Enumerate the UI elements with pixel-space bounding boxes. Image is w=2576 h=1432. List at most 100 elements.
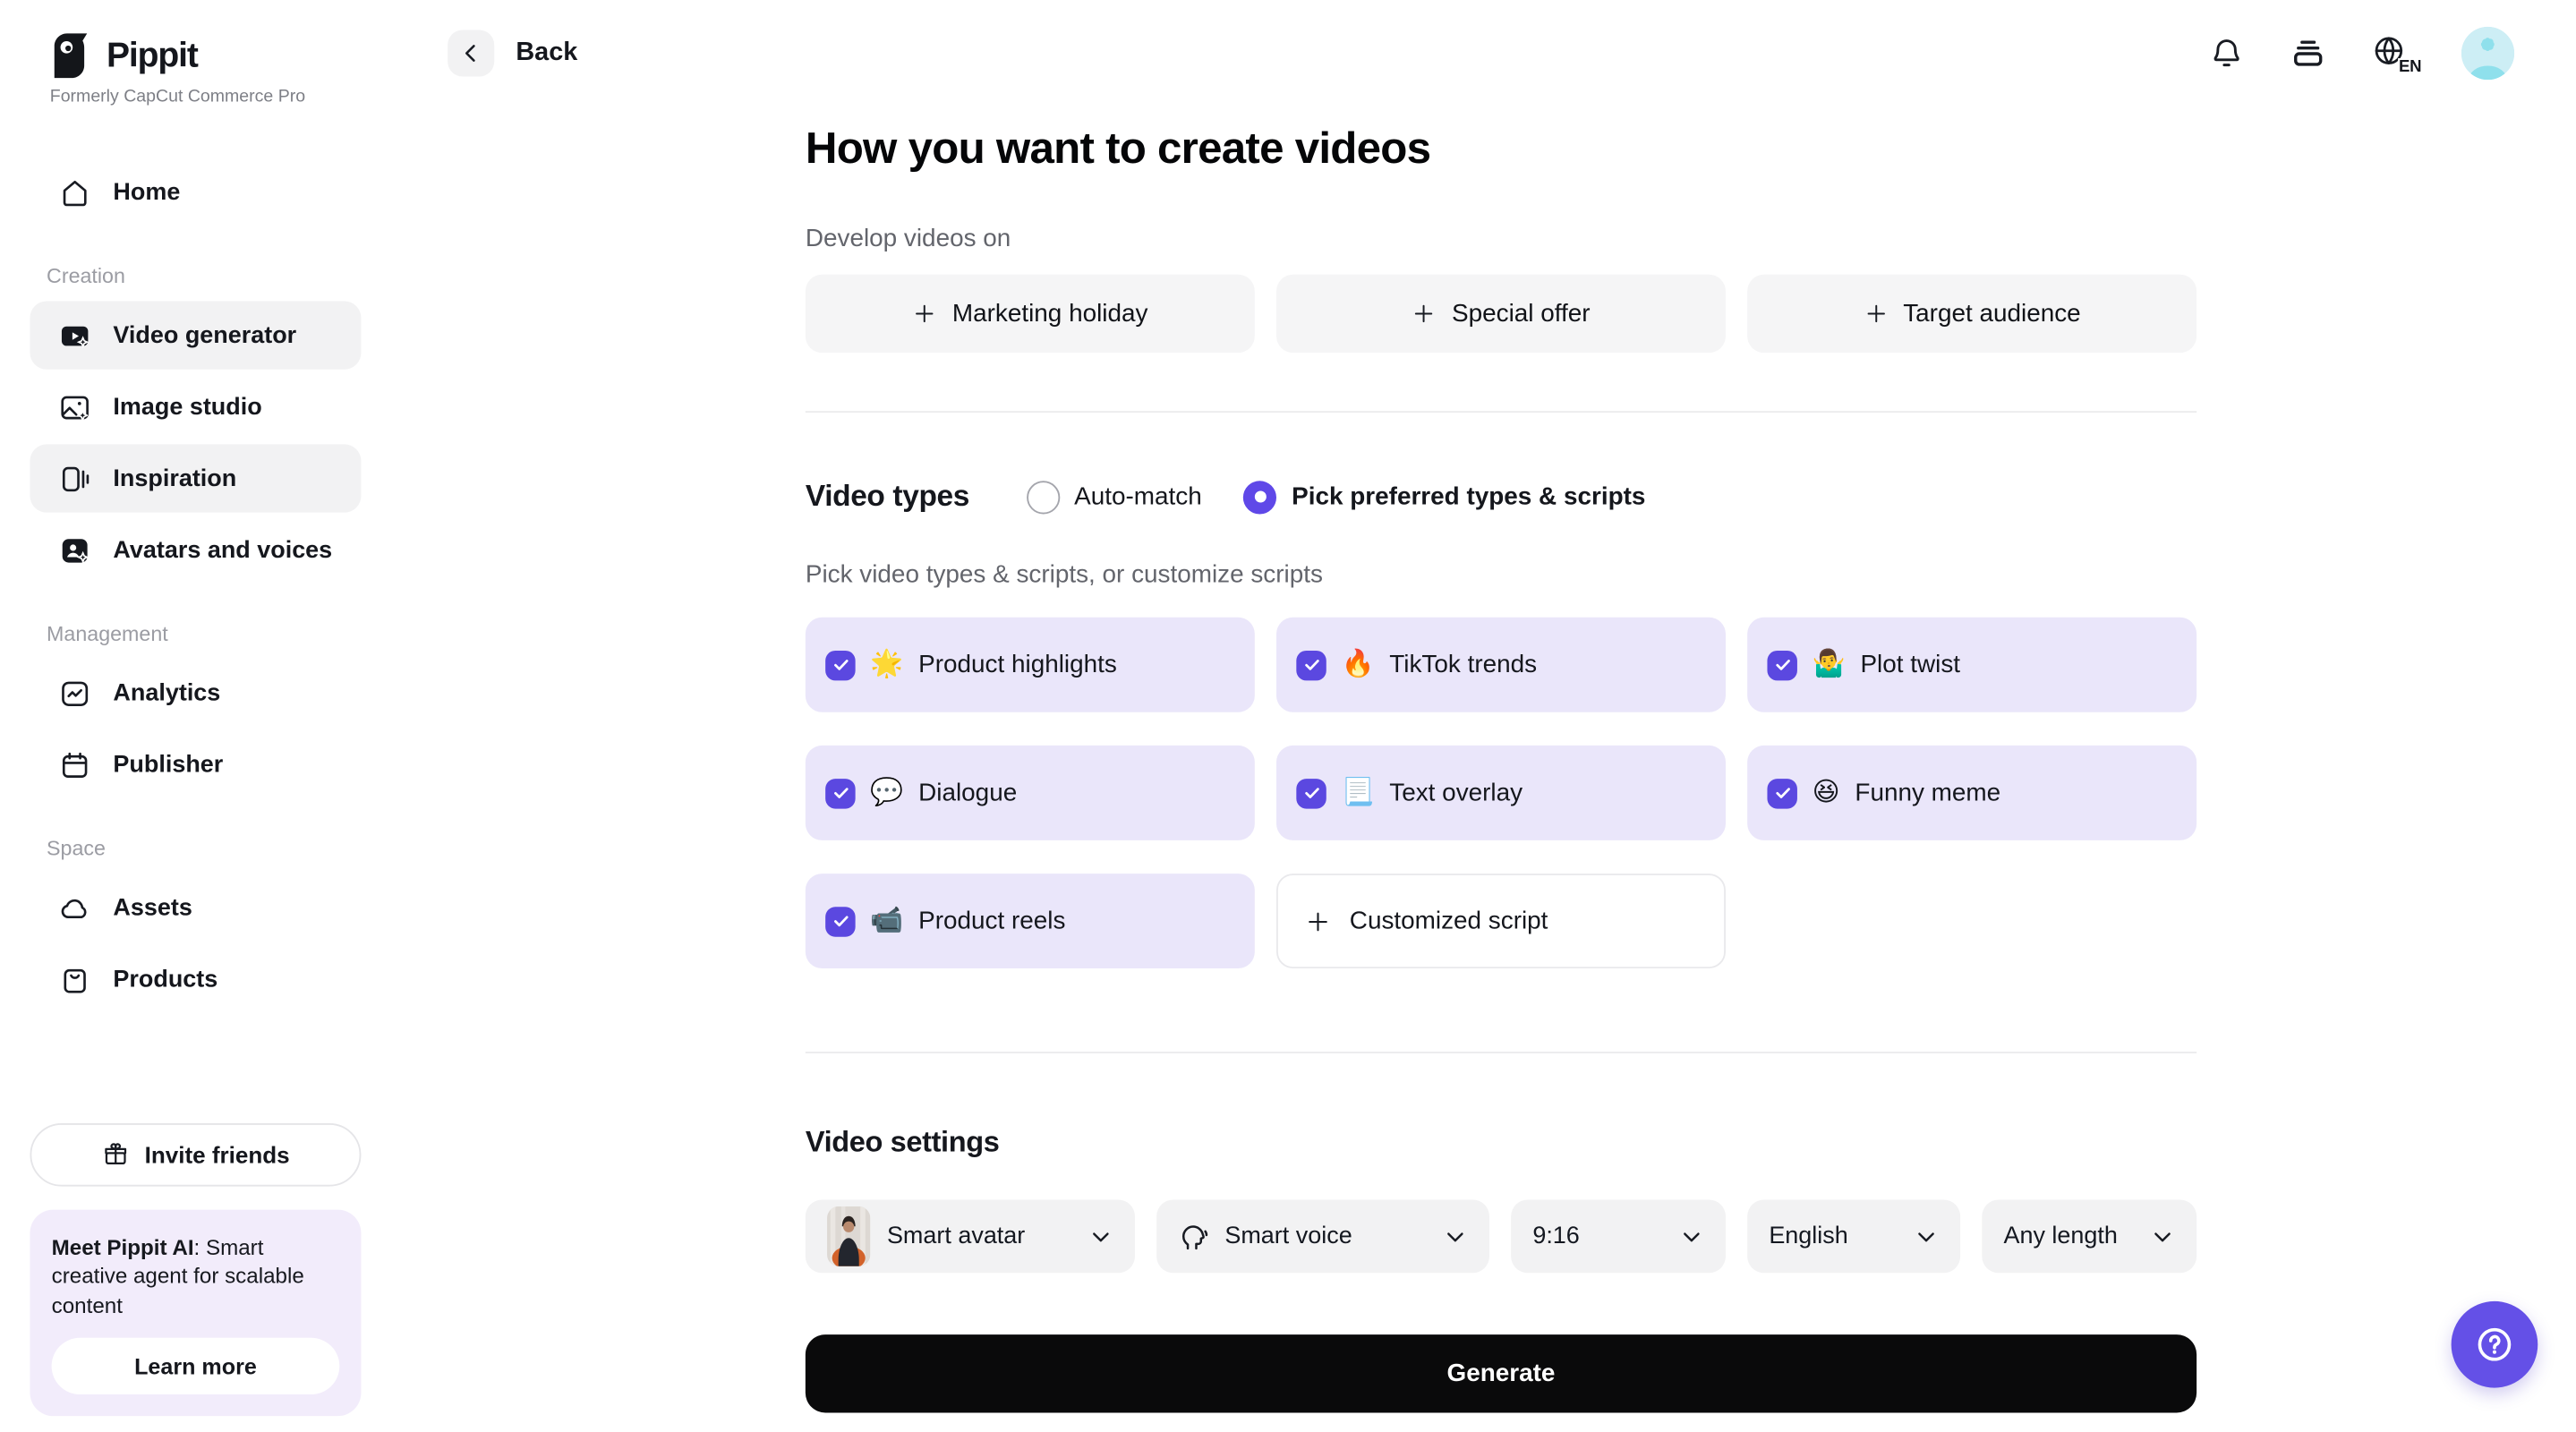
voice-icon <box>1178 1221 1209 1252</box>
pippit-logo-icon <box>50 30 91 81</box>
checkbox-checked[interactable] <box>825 778 855 807</box>
card-emoji: 📃 <box>1342 780 1375 806</box>
sidebar-item-assets[interactable]: Assets <box>30 874 361 942</box>
smart-voice-dropdown[interactable]: Smart voice <box>1156 1199 1489 1273</box>
sidebar-item-label: Home <box>113 179 180 206</box>
topbar-icons: EN <box>2208 27 2514 80</box>
sidebar-item-video-generator[interactable]: Video generator <box>30 302 361 370</box>
assets-icon <box>58 891 91 925</box>
back-label: Back <box>516 38 577 68</box>
task-stack-icon[interactable] <box>2290 35 2326 72</box>
help-button[interactable] <box>2452 1301 2538 1388</box>
card-emoji: 🤷‍♂️ <box>1813 652 1846 678</box>
sidebar-spacer <box>30 1017 361 1122</box>
gift-icon <box>101 1140 130 1169</box>
publisher-icon <box>58 748 91 781</box>
develop-videos-label: Develop videos on <box>806 225 2196 253</box>
sidebar-item-inspiration[interactable]: Inspiration <box>30 444 361 512</box>
radio-circle-selected <box>1243 480 1276 513</box>
sidebar-item-publisher[interactable]: Publisher <box>30 730 361 798</box>
checkbox-checked[interactable] <box>825 906 855 935</box>
notification-bell-icon[interactable] <box>2208 35 2245 72</box>
type-card-dialogue[interactable]: 💬 Dialogue <box>806 746 1255 840</box>
chevron-down-icon <box>2150 1223 2175 1249</box>
language-dropdown[interactable]: English <box>1747 1199 1960 1273</box>
type-card-funny-meme[interactable]: 😆 Funny meme <box>1747 746 2196 840</box>
avatars-voices-icon <box>58 533 91 567</box>
video-settings-row: Smart avatar Smart voice 9:16 Engli <box>806 1199 2196 1273</box>
sidebar-item-avatars-voices[interactable]: Avatars and voices <box>30 516 361 584</box>
aspect-ratio-dropdown[interactable]: 9:16 <box>1511 1199 1726 1273</box>
card-emoji: 🌟 <box>870 652 903 678</box>
check-icon <box>1302 784 1320 802</box>
type-cards-grid: 🌟 Product highlights 🔥 TikTok trends 🤷‍♂… <box>806 618 2196 968</box>
video-generator-icon <box>58 319 91 352</box>
sidebar-item-label: Inspiration <box>113 465 236 492</box>
radio-pick-preferred[interactable]: Pick preferred types & scripts <box>1243 480 1645 513</box>
app: Pippit Formerly CapCut Commerce Pro Home… <box>0 0 2576 1432</box>
section-label-space: Space <box>47 837 361 860</box>
smart-avatar-dropdown[interactable]: Smart avatar <box>806 1199 1135 1273</box>
pippit-ai-promo-card: Meet Pippit AI: Smart creative agent for… <box>30 1209 361 1416</box>
invite-friends-button[interactable]: Invite friends <box>30 1122 361 1186</box>
content: How you want to create videos Develop vi… <box>806 107 2196 1412</box>
sidebar-item-label: Avatars and voices <box>113 537 332 564</box>
card-emoji: 📹 <box>870 908 903 934</box>
customized-script-button[interactable]: Customized script <box>1276 874 1726 968</box>
generate-button[interactable]: Generate <box>806 1334 2196 1412</box>
language-switcher[interactable]: EN <box>2371 33 2416 73</box>
type-card-text-overlay[interactable]: 📃 Text overlay <box>1276 746 1726 840</box>
sidebar-item-label: Assets <box>113 894 192 921</box>
add-special-offer-button[interactable]: Special offer <box>1276 275 1726 353</box>
add-marketing-holiday-button[interactable]: Marketing holiday <box>806 275 1255 353</box>
video-types-row: Video types Auto-match Pick preferred ty… <box>806 479 2196 514</box>
sidebar-item-image-studio[interactable]: Image studio <box>30 372 361 440</box>
type-card-product-highlights[interactable]: 🌟 Product highlights <box>806 618 1255 712</box>
user-avatar[interactable] <box>2461 27 2514 80</box>
develop-options-row: Marketing holiday Special offer Target a… <box>806 275 2196 353</box>
check-icon <box>1773 784 1791 802</box>
sidebar-item-label: Analytics <box>113 679 220 706</box>
sidebar-item-home[interactable]: Home <box>30 158 361 226</box>
inspiration-icon <box>58 462 91 495</box>
section-label-creation: Creation <box>47 265 361 288</box>
promo-text: Meet Pippit AI: Smart creative agent for… <box>52 1232 340 1320</box>
checkbox-checked[interactable] <box>1296 650 1326 679</box>
analytics-icon <box>58 677 91 710</box>
sidebar-item-label: Video generator <box>113 322 296 349</box>
check-icon <box>832 656 849 674</box>
divider <box>806 1052 2196 1053</box>
video-types-label: Video types <box>806 479 969 514</box>
sidebar-item-products[interactable]: Products <box>30 945 361 1013</box>
sidebar-item-label: Image studio <box>113 394 261 421</box>
sidebar-nav: Home Creation Video generator Imag <box>30 158 361 1017</box>
image-studio-icon <box>58 390 91 423</box>
video-length-dropdown[interactable]: Any length <box>1982 1199 2196 1273</box>
type-card-plot-twist[interactable]: 🤷‍♂️ Plot twist <box>1747 618 2196 712</box>
plus-icon <box>1864 302 1889 327</box>
back-button[interactable] <box>448 30 494 76</box>
checkbox-checked[interactable] <box>1767 650 1796 679</box>
plus-icon <box>912 302 937 327</box>
help-question-icon <box>2473 1323 2516 1366</box>
radio-auto-match[interactable]: Auto-match <box>1026 480 1202 513</box>
check-icon <box>1302 656 1320 674</box>
language-code: EN <box>2397 58 2421 76</box>
checkbox-checked[interactable] <box>1296 778 1326 807</box>
add-target-audience-button[interactable]: Target audience <box>1747 275 2196 353</box>
brand-name: Pippit <box>107 36 198 76</box>
plus-icon <box>1305 908 1332 934</box>
home-icon <box>58 175 91 209</box>
topbar: Back EN <box>389 0 2576 107</box>
main-area: Back EN <box>389 0 2576 1432</box>
learn-more-button[interactable]: Learn more <box>52 1338 340 1394</box>
invite-friends-label: Invite friends <box>145 1140 290 1167</box>
brand-logo: Pippit <box>30 30 361 81</box>
checkbox-checked[interactable] <box>825 650 855 679</box>
chevron-down-icon <box>1914 1223 1939 1249</box>
sidebar: Pippit Formerly CapCut Commerce Pro Home… <box>0 0 389 1432</box>
type-card-tiktok-trends[interactable]: 🔥 TikTok trends <box>1276 618 1726 712</box>
type-card-product-reels[interactable]: 📹 Product reels <box>806 874 1255 968</box>
checkbox-checked[interactable] <box>1767 778 1796 807</box>
sidebar-item-analytics[interactable]: Analytics <box>30 659 361 727</box>
